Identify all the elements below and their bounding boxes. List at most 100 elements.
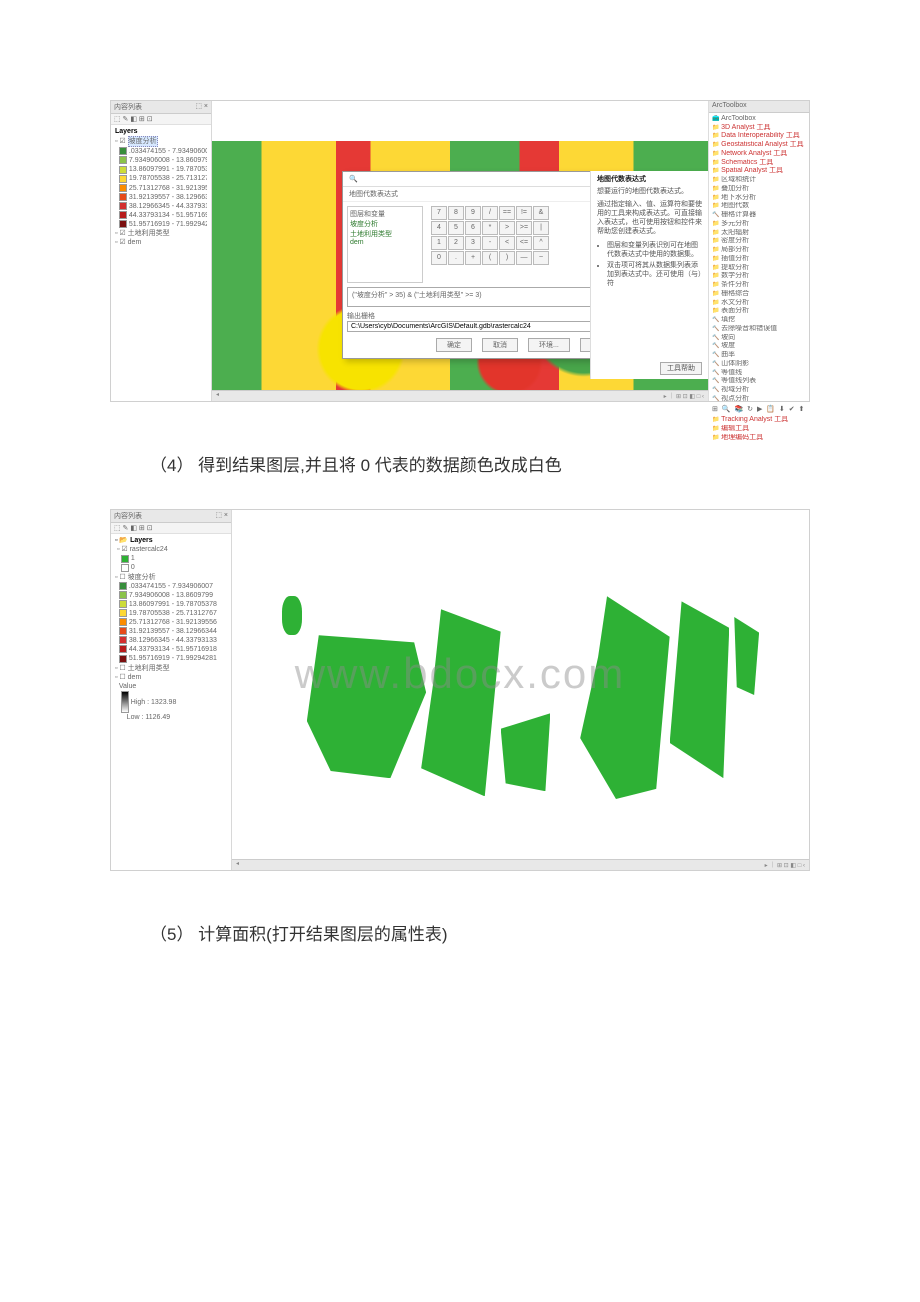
toolbox-item[interactable]: 等值线	[712, 369, 806, 378]
slope-layer-2[interactable]: ▫ ☐ 坡度分析	[115, 573, 227, 582]
toolbox-item[interactable]: 区域和统计	[712, 176, 806, 185]
map-canvas-2[interactable]: ◂ ▸ ｜ ⊞ ⊡ ◧ □ ‹	[232, 510, 809, 870]
toolbox-item[interactable]: 坡向	[712, 334, 806, 343]
legend-class: 19.78705538 - 25.71312767	[115, 609, 227, 618]
calc-key[interactable]: >=	[516, 221, 532, 235]
toolbox-item[interactable]: 水文分析	[712, 299, 806, 308]
cancel-button[interactable]: 取消	[482, 338, 518, 352]
calc-key[interactable]: 8	[448, 206, 464, 220]
legend-class: 38.12966345 - 44.33793133	[115, 636, 227, 645]
toolbox-item[interactable]: Spatial Analyst 工具	[712, 167, 806, 176]
toolbox-item[interactable]: Tracking Analyst 工具	[712, 416, 806, 425]
toolbox-item[interactable]: 提取分析	[712, 264, 806, 273]
toolbox-item[interactable]: 栅格综合	[712, 290, 806, 299]
dem-layer[interactable]: ▫ ☑ dem	[115, 238, 207, 247]
calc-key[interactable]: ~	[533, 251, 549, 265]
legend-class: 38.12966345 - 44.33793133	[115, 202, 207, 211]
calc-key[interactable]: |	[533, 221, 549, 235]
toolbox-item[interactable]: 编辑工具	[712, 425, 806, 434]
calc-key[interactable]: 1	[431, 236, 447, 250]
view-controls-2[interactable]: ▸ ｜ ⊞ ⊡ ◧ □ ‹	[765, 860, 805, 870]
toolbox-item[interactable]: 叠加分析	[712, 185, 806, 194]
layers-root[interactable]: Layers	[115, 127, 207, 136]
toolbox-item[interactable]: Schematics 工具	[712, 159, 806, 168]
calc-key[interactable]: (	[482, 251, 498, 265]
toolbox-item[interactable]: 多元分析	[712, 220, 806, 229]
map-canvas[interactable]: 🔍 — ☐ × 地图代数表达式 图层和变量 坡度分析 土地利用类型 dem 78…	[212, 101, 708, 401]
slope-layer[interactable]: ▫ ☑ 坡度分析	[115, 136, 207, 147]
toolbox-item[interactable]: 局部分析	[712, 246, 806, 255]
toolbox-item[interactable]: 插值分析	[712, 255, 806, 264]
toc-pin-icons[interactable]: ⬚ ×	[195, 102, 208, 112]
toolbox-item[interactable]: ArcToolbox	[712, 115, 806, 124]
toolbox-item[interactable]: 等值线列表	[712, 377, 806, 386]
layers-listbox[interactable]: 图层和变量 坡度分析 土地利用类型 dem	[347, 206, 423, 283]
step-5-caption: （5） 计算面积(打开结果图层的属性表)	[150, 921, 770, 948]
calc-key[interactable]: —	[516, 251, 532, 265]
calc-key[interactable]: ^	[533, 236, 549, 250]
legend-class: 44.33793134 - 51.95716918	[115, 645, 227, 654]
toolbox-item[interactable]: 太阳辐射	[712, 229, 806, 238]
toolbox-item[interactable]: 视域分析	[712, 386, 806, 395]
environments-button[interactable]: 环境...	[528, 338, 570, 352]
toolbox-item[interactable]: Geostatistical Analyst 工具	[712, 141, 806, 150]
calc-key[interactable]: !=	[516, 206, 532, 220]
result-layer[interactable]: ▫ ☑ rastercalc24	[115, 545, 227, 554]
toolbox-item[interactable]: 曲率	[712, 351, 806, 360]
view-controls[interactable]: ▸ ｜ ⊞ ⊡ ◧ □ ‹	[664, 391, 704, 401]
calc-key[interactable]: 2	[448, 236, 464, 250]
toc2-pin-icons[interactable]: ⬚ ×	[215, 511, 228, 521]
toolbox-item[interactable]: 去除噪音和错误值	[712, 325, 806, 334]
result-raster-display	[282, 570, 779, 830]
toolbox-item[interactable]: 地图代数	[712, 202, 806, 211]
layers-root-2[interactable]: ▫ 📂 Layers	[115, 536, 227, 545]
toolbox-item[interactable]: 数学分析	[712, 272, 806, 281]
toolbox-item[interactable]: 栅格计算器	[712, 211, 806, 220]
toolbox-item[interactable]: 表面分析	[712, 307, 806, 316]
toolbox-item[interactable]: 地下水分析	[712, 194, 806, 203]
tool-help-button[interactable]: 工具帮助	[660, 362, 702, 375]
toolbox-icon-row[interactable]: ⊞ 🔍 📚 ↻ ▶ 📋 ⬇ ✔ ⬆	[712, 406, 806, 415]
calc-key[interactable]: 6	[465, 221, 481, 235]
toolbox-item[interactable]: 填挖	[712, 316, 806, 325]
calc-key[interactable]: )	[499, 251, 515, 265]
legend-class: 31.92139557 - 38.12966344	[115, 627, 227, 636]
scroll-left-2[interactable]: ◂	[236, 860, 239, 870]
calc-key[interactable]: 0	[431, 251, 447, 265]
calc-key[interactable]: *	[482, 221, 498, 235]
search-hint: 🔍	[349, 175, 358, 183]
calc-key[interactable]: &	[533, 206, 549, 220]
toolbox-item[interactable]: 地理编码工具	[712, 434, 806, 443]
toolbox-item[interactable]: 视点分析	[712, 395, 806, 404]
calc-key[interactable]: <=	[516, 236, 532, 250]
legend-class: 13.86097991 - 19.78705378	[115, 165, 207, 174]
scroll-left[interactable]: ◂	[216, 391, 219, 401]
calc-key[interactable]: 7	[431, 206, 447, 220]
toolbox-item[interactable]: 条件分析	[712, 281, 806, 290]
calc-key[interactable]: 5	[448, 221, 464, 235]
calc-key[interactable]: /	[482, 206, 498, 220]
calc-key[interactable]: 9	[465, 206, 481, 220]
toolbox-item[interactable]: 山体阴影	[712, 360, 806, 369]
toolbox-item[interactable]: 3D Analyst 工具	[712, 124, 806, 133]
toolbox-item[interactable]: 密度分析	[712, 237, 806, 246]
calc-key[interactable]: <	[499, 236, 515, 250]
calc-key[interactable]: -	[482, 236, 498, 250]
toolbox-item[interactable]: 坡度	[712, 342, 806, 351]
dem-layer-2[interactable]: ▫ ☐ dem	[115, 673, 227, 682]
toolbox-item[interactable]: Data Interoperability 工具	[712, 132, 806, 141]
calc-key[interactable]: +	[465, 251, 481, 265]
calc-key[interactable]: 3	[465, 236, 481, 250]
legend-class: 13.86097991 - 19.78705378	[115, 600, 227, 609]
toolbox-item[interactable]: Network Analyst 工具	[712, 150, 806, 159]
calc-key[interactable]: .	[448, 251, 464, 265]
toc-toolbar[interactable]: ⬚ ✎ ◧ ⊞ ⊡	[111, 114, 211, 125]
toc2-toolbar[interactable]: ⬚ ✎ ◧ ⊞ ⊡	[111, 523, 231, 534]
ok-button[interactable]: 确定	[436, 338, 472, 352]
calc-key[interactable]: >	[499, 221, 515, 235]
arcmap-window-1: 内容列表 ⬚ × ⬚ ✎ ◧ ⊞ ⊡ Layers ▫ ☑ 坡度分析 .0334…	[110, 100, 810, 402]
landuse-layer[interactable]: ▫ ☑ 土地利用类型	[115, 229, 207, 238]
calc-key[interactable]: ==	[499, 206, 515, 220]
landuse-layer-2[interactable]: ▫ ☐ 土地利用类型	[115, 664, 227, 673]
calc-key[interactable]: 4	[431, 221, 447, 235]
